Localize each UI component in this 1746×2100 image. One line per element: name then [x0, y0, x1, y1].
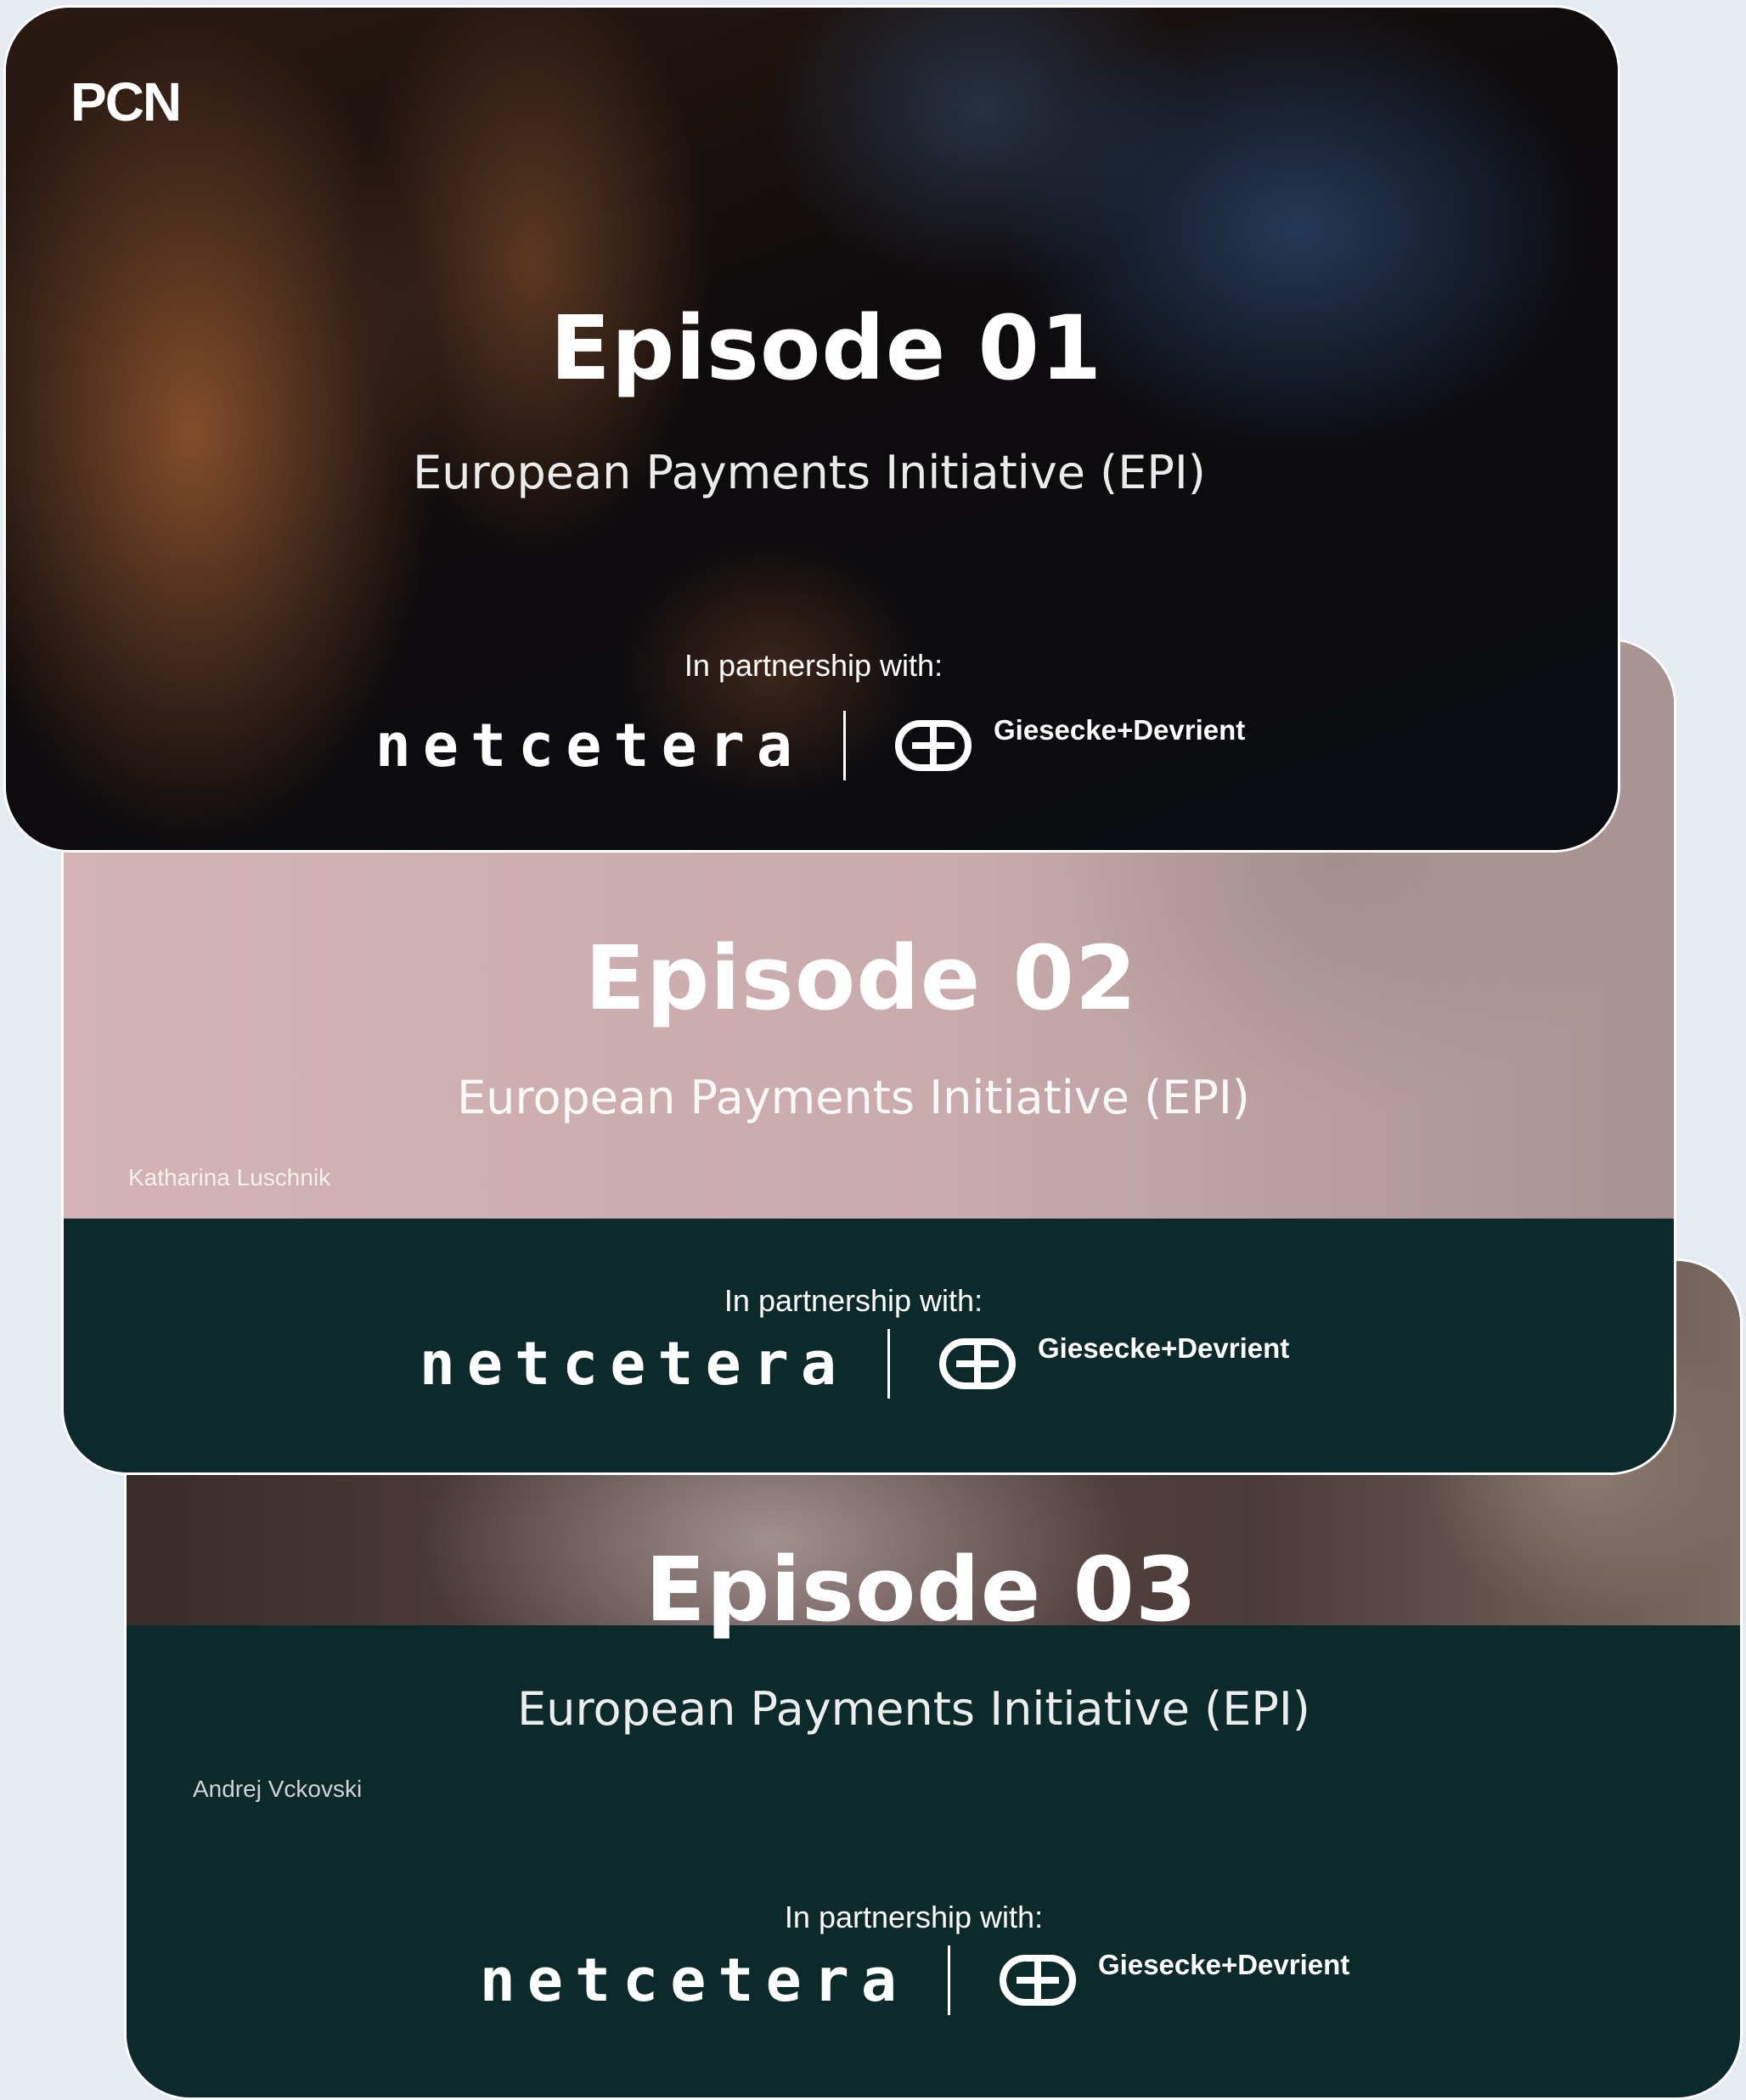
- partnership-label: In partnership with:: [724, 1283, 983, 1318]
- episode-01-card[interactable]: PCN Episode 01 European Payments Initiat…: [3, 5, 1620, 853]
- gd-logo-icon: [1000, 1955, 1076, 2006]
- speaker-name: Andrej Vckovski: [193, 1776, 363, 1802]
- logo-divider: [948, 1945, 950, 2015]
- logo-divider: [843, 711, 846, 780]
- episode-subtitle: European Payments Initiative (EPI): [457, 1071, 1250, 1124]
- gd-logo-icon: [939, 1338, 1016, 1389]
- partnership-label: In partnership with:: [684, 648, 943, 683]
- episode-title: Episode 02: [584, 926, 1138, 1030]
- episode-title: Episode 03: [645, 1538, 1198, 1641]
- episode-subtitle: European Payments Initiative (EPI): [413, 446, 1206, 499]
- giesecke-devrient-logo: Giesecke+Devrient: [1098, 1949, 1350, 1980]
- brand-logo: PCN: [70, 71, 182, 132]
- episode-title: Episode 01: [549, 296, 1103, 400]
- partner-logos: netcetera Giesecke+Devrient: [64, 1326, 1674, 1402]
- partner-logos: netcetera Giesecke+Devrient: [6, 707, 1618, 784]
- giesecke-devrient-logo: Giesecke+Devrient: [994, 714, 1246, 746]
- netcetera-logo: netcetera: [375, 711, 804, 780]
- logo-divider: [887, 1329, 890, 1399]
- giesecke-devrient-logo: Giesecke+Devrient: [1038, 1332, 1290, 1364]
- netcetera-logo: netcetera: [419, 1329, 848, 1399]
- gd-logo-icon: [895, 720, 972, 771]
- episode-subtitle: European Payments Initiative (EPI): [517, 1682, 1310, 1736]
- netcetera-logo: netcetera: [479, 1945, 909, 2015]
- partnership-label: In partnership with:: [784, 1900, 1044, 1934]
- partner-logos: netcetera Giesecke+Devrient: [127, 1942, 1740, 2018]
- speaker-name: Katharina Luschnik: [128, 1164, 331, 1191]
